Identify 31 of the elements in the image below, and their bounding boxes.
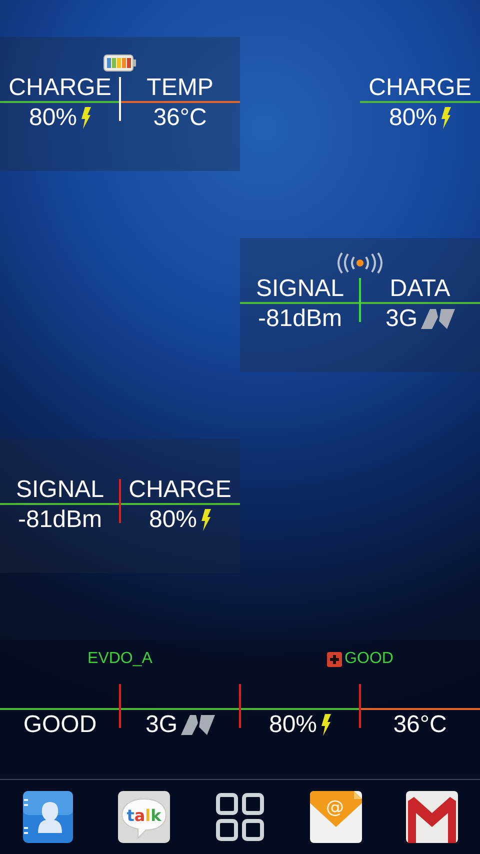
- lightning-bolt-icon: [200, 509, 212, 531]
- column-label: CHARGE: [128, 477, 232, 503]
- reading-value: 80%: [268, 711, 318, 739]
- health-cross-icon: [326, 652, 342, 666]
- data-arrows-icon: [420, 309, 454, 329]
- reading-value: 3G: [145, 711, 178, 739]
- column-label: CHARGE: [368, 75, 472, 101]
- reading-value: 80%: [388, 104, 438, 132]
- chat-bubble-icon[interactable]: talk: [116, 789, 172, 845]
- battery-health-text: GOOD: [344, 650, 394, 668]
- envelope-icon[interactable]: [404, 789, 460, 845]
- reading-value: -81dBm: [258, 305, 342, 333]
- column-label: SIGNAL: [256, 276, 344, 302]
- column-label: DATA: [390, 276, 450, 302]
- reading-value: 80%: [28, 104, 78, 132]
- address-book-icon[interactable]: [20, 789, 76, 845]
- network-type-text: EVDO_A: [88, 650, 152, 668]
- lightning-bolt-icon: [80, 107, 92, 129]
- column-label: CHARGE: [8, 75, 112, 101]
- column-label: TEMP: [146, 75, 214, 101]
- reading-value: 36°C: [393, 711, 447, 739]
- reading-value: GOOD: [23, 711, 97, 739]
- reading-value: 80%: [148, 506, 198, 534]
- data-arrows-icon: [180, 715, 214, 735]
- reading-value: -81dBm: [18, 506, 102, 534]
- lightning-bolt-icon: [320, 714, 332, 736]
- lightning-bolt-icon: [440, 107, 452, 129]
- column-label: SIGNAL: [16, 477, 104, 503]
- reading-value: 3G: [385, 305, 418, 333]
- battery-icon: [103, 53, 137, 73]
- reading-value: 36°C: [153, 104, 207, 132]
